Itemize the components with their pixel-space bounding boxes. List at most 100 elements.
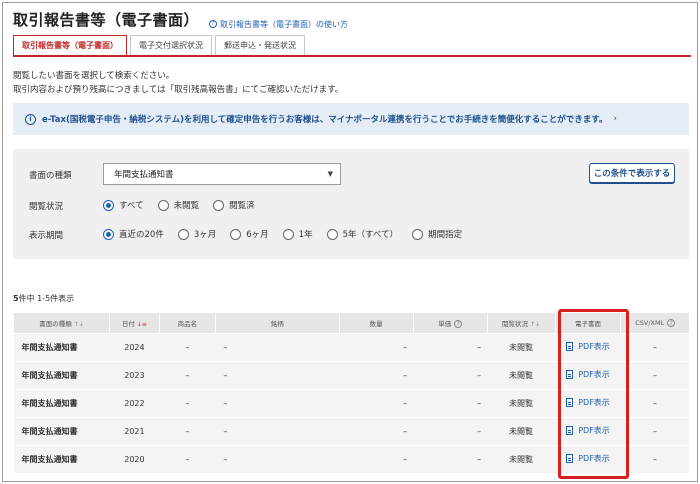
- period-5-years[interactable]: 5年（すべて）: [326, 228, 399, 240]
- cell-csv-xml: –: [620, 360, 689, 390]
- col-unit-price: 単価?: [412, 313, 488, 333]
- col-product: 商品名: [158, 313, 216, 333]
- pdf-view-link[interactable]: PDF表示: [566, 369, 610, 380]
- cell-product: –: [159, 444, 216, 474]
- sort-icon: ↑↓: [73, 320, 84, 328]
- radio-unchecked: [230, 228, 242, 240]
- cell-issue: –: [215, 416, 340, 446]
- cell-unit-price: –: [413, 332, 488, 362]
- cell-unit-price: –: [413, 416, 488, 446]
- doc-type-select[interactable]: 年間支払通知書 ▼: [103, 163, 341, 185]
- help-icon[interactable]: ?: [667, 318, 676, 327]
- cell-e-document: PDF表示: [555, 416, 621, 446]
- tab-delivery-selection-status[interactable]: 電子交付選択状況: [130, 35, 212, 55]
- period-recent-20[interactable]: 直近の20件: [103, 228, 164, 240]
- page-frame: 取引報告書等（電子書面） ? 取引報告書等（電子書面）の使い方 取引報告書等（電…: [2, 2, 698, 482]
- tab-label: 取引報告書等（電子書面）: [22, 41, 118, 50]
- radio-label: 3ヶ月: [193, 230, 217, 240]
- cell-e-document: PDF表示: [555, 360, 621, 390]
- table-body: 年間支払通知書 2024– – – – 未閲覧 PDF表示 – 年間支払通知書 2023– – – – 未…: [13, 332, 689, 474]
- pdf-view-link[interactable]: PDF表示: [566, 341, 610, 352]
- cell-unit-price: –: [413, 444, 488, 474]
- radio-label: 直近の20件: [119, 230, 164, 240]
- chevron-down-icon: ▼: [327, 170, 333, 178]
- cell-product: –: [159, 388, 216, 418]
- period-3-months[interactable]: 3ヶ月: [177, 228, 217, 240]
- cell-issue: –: [215, 360, 340, 390]
- col-date[interactable]: 日付 ↓≡: [108, 313, 160, 333]
- cell-doc-type: 年間支払通知書: [13, 388, 110, 418]
- radio-label: 期間指定: [428, 230, 463, 240]
- cell-doc-type: 年間支払通知書: [13, 360, 110, 390]
- radio-label: 1年: [298, 230, 313, 240]
- col-label: CSV/XML: [635, 318, 665, 327]
- tab-bar: 取引報告書等（電子書面） 電子交付選択状況 郵送申込・発送状況: [13, 35, 691, 57]
- col-issue: 銘柄: [214, 313, 340, 333]
- read-status-label: 閲覧状況: [29, 202, 64, 212]
- read-status-unread[interactable]: 未閲覧: [157, 199, 200, 211]
- cell-csv-xml: –: [620, 388, 689, 418]
- radio-label: 未閲覧: [173, 201, 200, 211]
- document-icon: [566, 454, 574, 463]
- period-custom[interactable]: 期間指定: [412, 228, 462, 240]
- period-6-months[interactable]: 6ヶ月: [230, 228, 269, 240]
- cell-read-status: 未閲覧: [487, 444, 556, 474]
- table-row: 年間支払通知書 2024– – – – 未閲覧 PDF表示 –: [13, 332, 689, 362]
- radio-unchecked: [326, 228, 338, 240]
- cell-date: 2022: [109, 388, 160, 418]
- radio-unchecked: [282, 228, 294, 240]
- cell-read-status: 未閲覧: [487, 388, 556, 418]
- tab-mail-request-status[interactable]: 郵送申込・発送状況: [215, 35, 305, 55]
- etax-notice-banner[interactable]: i e-Tax(国税電子申告・納税システム)を利用して確定申告を行うお客様は、マ…: [13, 103, 689, 135]
- result-count: 5件中 1-5件表示: [13, 293, 74, 304]
- cell-issue: –: [215, 444, 340, 474]
- cell-quantity: –: [339, 360, 414, 390]
- col-label: 閲覧状況: [502, 319, 528, 328]
- table-header-row: 書面の種類 ↑↓ 日付 ↓≡ 商品名 銘柄 数量 単価? 閲覧状況 ↑↓ 電子書面 C…: [13, 313, 689, 333]
- cell-issue: –: [215, 332, 340, 362]
- pdf-view-link[interactable]: PDF表示: [566, 397, 610, 408]
- help-link[interactable]: ? 取引報告書等（電子書面）の使い方: [209, 19, 348, 30]
- table-row: 年間支払通知書 2022– – – – 未閲覧 PDF表示 –: [13, 388, 689, 418]
- radio-checked: [103, 228, 114, 240]
- search-panel: 書面の種類 年間支払通知書 ▼ この条件で表示する 閲覧状況 すべて 未閲覧 閲…: [13, 149, 689, 259]
- tab-label: 電子交付選択状況: [139, 41, 203, 50]
- pdf-view-link[interactable]: PDF表示: [566, 425, 610, 436]
- pdf-view-link[interactable]: PDF表示: [566, 453, 610, 464]
- col-doc-type[interactable]: 書面の種類 ↑↓: [13, 313, 110, 333]
- help-icon: ?: [209, 20, 218, 28]
- period-radio-group: 直近の20件 3ヶ月 6ヶ月 1年 5年（すべて） 期間指定: [103, 228, 476, 240]
- cell-doc-type: 年間支払通知書: [13, 332, 110, 362]
- period-1-year[interactable]: 1年: [282, 228, 313, 240]
- col-read-status[interactable]: 閲覧状況 ↑↓: [486, 313, 556, 333]
- cell-issue: –: [215, 388, 340, 418]
- doc-type-value: 年間支払通知書: [114, 170, 174, 180]
- cell-date: 2024: [109, 332, 160, 362]
- read-status-all[interactable]: すべて: [103, 199, 144, 211]
- cell-product: –: [159, 360, 216, 390]
- read-status-read[interactable]: 閲覧済: [213, 199, 255, 211]
- cell-date: 2021: [109, 416, 160, 446]
- cell-unit-price: –: [413, 360, 488, 390]
- cell-date: 2023: [109, 360, 160, 390]
- help-icon[interactable]: ?: [454, 319, 463, 328]
- page-title: 取引報告書等（電子書面）: [13, 11, 200, 29]
- chevron-right-icon: ›: [613, 114, 617, 124]
- document-icon: [566, 370, 574, 379]
- cell-csv-xml: –: [620, 332, 689, 362]
- info-icon: i: [25, 113, 36, 125]
- radio-unchecked: [213, 199, 225, 211]
- cell-csv-xml: –: [620, 416, 689, 446]
- tab-electronic-documents[interactable]: 取引報告書等（電子書面）: [13, 35, 127, 55]
- description-line-1: 閲覧したい書面を選択して検索ください。: [13, 71, 175, 81]
- help-link-label: 取引報告書等（電子書面）の使い方: [220, 19, 349, 29]
- cell-read-status: 未閲覧: [487, 416, 556, 446]
- cell-e-document: PDF表示: [555, 388, 621, 418]
- radio-label: 5年（すべて）: [342, 230, 399, 240]
- cell-doc-type: 年間支払通知書: [13, 416, 110, 446]
- search-submit-button[interactable]: この条件で表示する: [589, 163, 675, 183]
- cell-unit-price: –: [413, 388, 488, 418]
- read-status-radio-group: すべて 未閲覧 閲覧済: [103, 199, 269, 211]
- radio-unchecked: [412, 228, 424, 240]
- description: 閲覧したい書面を選択して検索ください。 取引内容および預り残高につきましては「取…: [13, 69, 343, 97]
